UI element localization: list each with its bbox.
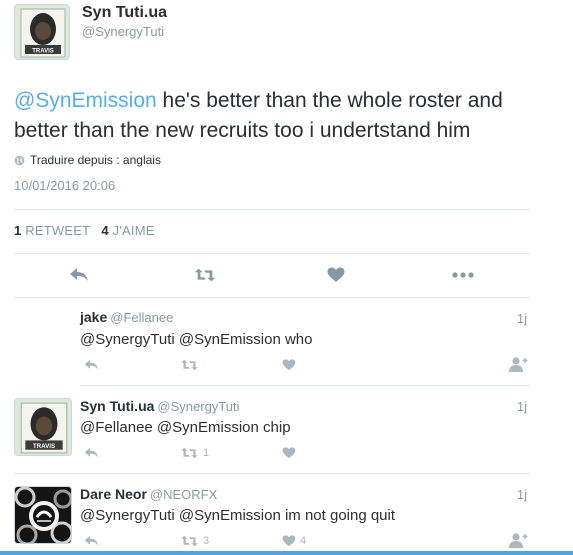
reply-author[interactable]: jake @Fellanee xyxy=(80,309,173,325)
follow-user-icon xyxy=(509,357,528,372)
reply-author[interactable]: Syn Tuti.ua @SynergyTuti xyxy=(80,398,240,414)
tweet-text: @SynEmission he's better than the whole … xyxy=(14,86,534,146)
heart-icon xyxy=(282,359,296,371)
retweet-button[interactable] xyxy=(194,265,216,285)
reply-text: @Fellanee @SynEmission chip xyxy=(80,419,291,436)
like-button[interactable] xyxy=(325,265,347,285)
like-stat-label: J'AIME xyxy=(112,223,155,238)
tweet-mention-link[interactable]: @SynEmission xyxy=(14,89,157,112)
reply-avatar[interactable]: TRAVIS xyxy=(14,398,72,456)
reply-author-handle: @NEORFX xyxy=(149,487,218,502)
retweet-stat-label: RETWEET xyxy=(25,223,90,238)
divider xyxy=(14,209,530,210)
tweet-stats: 1 RETWEET 4 J'AIME xyxy=(14,223,155,238)
follow-user-icon xyxy=(509,533,528,548)
reply-icon xyxy=(70,268,88,281)
reply-time[interactable]: 1j xyxy=(517,399,527,414)
avatar-image xyxy=(15,487,71,543)
reply-time[interactable]: 1j xyxy=(517,311,527,326)
heart-icon xyxy=(282,447,296,459)
reply-reply-button[interactable] xyxy=(84,535,99,547)
reply-author-name: Dare Neor xyxy=(80,486,147,502)
bottom-accent-bar xyxy=(0,551,573,555)
avatar-caption: TRAVIS xyxy=(33,443,55,450)
reply-retweet-count: 1 xyxy=(203,447,210,459)
retweet-stat[interactable]: 1 RETWEET xyxy=(14,223,90,238)
divider xyxy=(14,297,530,298)
follow-button[interactable] xyxy=(509,357,528,372)
heart-icon xyxy=(327,267,345,282)
like-stat[interactable]: 4 J'AIME xyxy=(101,223,154,238)
tweet-timestamp[interactable]: 10/01/2016 20:06 xyxy=(14,178,115,193)
reply-author-name: jake xyxy=(80,309,108,325)
reply-author-handle: @SynergyTuti xyxy=(157,399,240,414)
avatar-image: TRAVIS xyxy=(15,5,69,59)
avatar-image: TRAVIS xyxy=(15,399,71,455)
reply-icon xyxy=(84,359,99,370)
heart-icon xyxy=(282,535,296,547)
retweet-icon xyxy=(181,535,198,547)
author-name[interactable]: Syn Tuti.ua xyxy=(82,4,167,22)
reply-avatar[interactable] xyxy=(14,486,72,544)
retweet-count: 1 xyxy=(14,223,22,238)
divider xyxy=(14,253,530,254)
reply-text: @SynergyTuti @SynEmission im not going q… xyxy=(80,507,396,524)
reply-like-button[interactable] xyxy=(282,447,300,459)
reply-author-name: Syn Tuti.ua xyxy=(80,398,155,414)
like-count: 4 xyxy=(101,223,109,238)
divider xyxy=(14,473,530,474)
reply-retweet-button[interactable] xyxy=(180,359,203,371)
retweet-icon xyxy=(194,268,216,282)
reply-icon xyxy=(84,535,99,546)
translate-link[interactable]: Traduire depuis : anglais xyxy=(14,153,161,167)
reply-button[interactable] xyxy=(68,265,90,285)
divider xyxy=(80,385,530,386)
retweet-icon xyxy=(181,359,198,371)
avatar-caption: TRAVIS xyxy=(32,49,54,55)
reply-author-handle: @Fellanee xyxy=(110,310,174,325)
reply-retweet-button[interactable]: 1 xyxy=(180,447,209,459)
reply-like-count: 4 xyxy=(300,535,307,547)
more-button[interactable] xyxy=(452,265,474,285)
author-handle[interactable]: @SynergyTuti xyxy=(82,24,164,39)
reply-icon xyxy=(84,447,99,458)
reply-like-button[interactable]: 4 xyxy=(282,535,306,547)
author-avatar[interactable]: TRAVIS xyxy=(14,4,70,60)
reply-like-button[interactable] xyxy=(282,359,300,371)
reply-time[interactable]: 1j xyxy=(517,487,527,502)
reply-retweet-button[interactable]: 3 xyxy=(180,535,209,547)
translate-label: Traduire depuis : anglais xyxy=(30,153,161,167)
reply-reply-button[interactable] xyxy=(84,359,99,371)
follow-button[interactable] xyxy=(509,533,528,548)
reply-author[interactable]: Dare Neor @NEORFX xyxy=(80,486,217,502)
reply-text: @SynergyTuti @SynEmission who xyxy=(80,331,313,348)
retweet-icon xyxy=(181,447,198,459)
reply-reply-button[interactable] xyxy=(84,447,99,459)
globe-icon xyxy=(14,155,25,165)
reply-retweet-count: 3 xyxy=(203,535,210,547)
more-icon xyxy=(452,272,474,278)
